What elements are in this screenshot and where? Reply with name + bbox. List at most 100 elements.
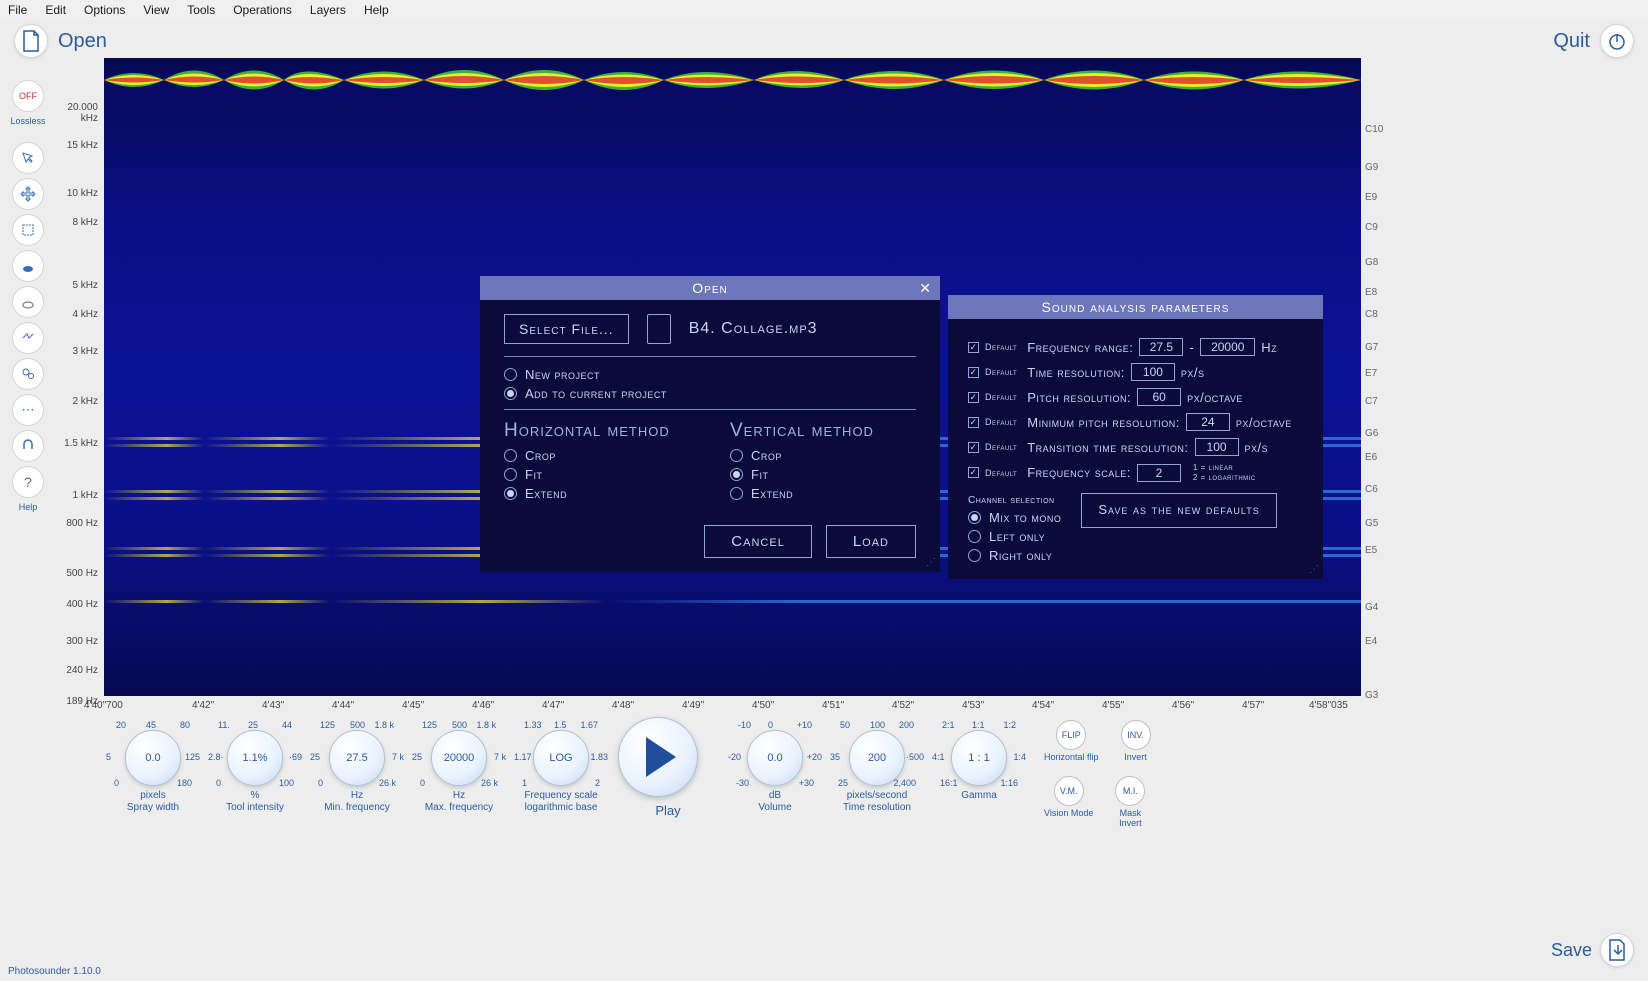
note-tick: E8 [1365, 287, 1377, 298]
knob-minf-label: HzMin. frequency [312, 790, 402, 814]
knob-tool-dial[interactable]: 1.1% [227, 730, 283, 786]
menu-help[interactable]: Help [364, 3, 389, 17]
min-pitch-input[interactable] [1186, 413, 1230, 431]
time-res-input[interactable] [1131, 363, 1175, 381]
cursor-icon [21, 151, 35, 165]
note-tick: E5 [1365, 545, 1377, 556]
h-extend[interactable]: Extend [504, 486, 690, 501]
filename-label: B4. Collage.mp3 [689, 320, 818, 338]
resize-grip[interactable]: ⋰ [1309, 564, 1319, 575]
save-defaults-button[interactable]: Save as the new defaults [1081, 493, 1276, 528]
chk-freq[interactable]: ✓ [968, 342, 979, 353]
spray-alt-tool[interactable] [12, 286, 44, 318]
magnet-tool[interactable] [12, 430, 44, 462]
knob-fscale-dial[interactable]: LOG [533, 730, 589, 786]
chan-right[interactable]: Right only [968, 548, 1061, 563]
menu-file[interactable]: File [8, 3, 27, 17]
spray-tool[interactable] [12, 250, 44, 282]
chk-pitch[interactable]: ✓ [968, 392, 979, 403]
move-tool[interactable] [12, 178, 44, 210]
more-tools[interactable]: ⋯ [12, 394, 44, 426]
menu-tools[interactable]: Tools [187, 3, 215, 17]
chk-minpitch[interactable]: ✓ [968, 417, 979, 428]
harmonic-tool[interactable] [12, 322, 44, 354]
open-dialog: Open ✕ Select File... B4. Collage.mp3 Ne… [480, 276, 940, 572]
small-buttons: FLIPHorizontal flip INV.Invert V.M.Visio… [1044, 720, 1151, 828]
play-button[interactable] [618, 717, 698, 797]
time-tick: 4'52" [892, 700, 914, 711]
spray-icon [21, 259, 35, 273]
quit-button[interactable] [1600, 24, 1634, 58]
help-tool[interactable]: ? [12, 466, 44, 498]
freq-lo-input[interactable] [1139, 338, 1183, 356]
note-tick: G8 [1365, 257, 1378, 268]
vision-mode-button[interactable]: V.M. [1054, 776, 1084, 806]
note-tick: E6 [1365, 452, 1377, 463]
waveform-overview[interactable] [104, 58, 1361, 102]
v-extend[interactable]: Extend [730, 486, 916, 501]
cancel-button[interactable]: Cancel [704, 525, 812, 558]
file-icon [647, 314, 671, 344]
time-tick: 4'58"035 [1309, 700, 1348, 711]
freq-tick: 15 kHz [67, 140, 98, 151]
knob-minf: 1255001.8 k 27.5 257 k 026 k HzMin. freq… [312, 720, 402, 814]
params-title[interactable]: Sound analysis parameters [948, 295, 1323, 319]
radio-add-current[interactable]: Add to current project [504, 386, 916, 401]
knob-maxf-dial[interactable]: 20000 [431, 730, 487, 786]
note-tick: G3 [1365, 690, 1378, 701]
note-tick: E7 [1365, 368, 1377, 379]
knob-gamma: 2:11:11:2 1 : 1 4:11:4 16:11:16 Gamma [934, 720, 1024, 802]
v-crop[interactable]: Crop [730, 448, 916, 463]
params-dialog: Sound analysis parameters ✓Default Frequ… [948, 295, 1323, 579]
channel-selection-title: Channel selection [968, 495, 1061, 506]
off-button[interactable]: OFF [12, 80, 44, 112]
open-label: Open [58, 30, 107, 53]
select-file-button[interactable]: Select File... [504, 314, 629, 344]
h-fit[interactable]: Fit [504, 467, 690, 482]
dots-icon: ⋯ [22, 402, 35, 418]
menu-operations[interactable]: Operations [233, 3, 292, 17]
freq-tick: 300 Hz [66, 636, 98, 647]
trans-time-input[interactable] [1195, 438, 1239, 456]
topbar: Open Quit [0, 20, 1648, 62]
note-tick: G7 [1365, 342, 1378, 353]
freq-scale-input[interactable] [1137, 464, 1181, 482]
mask-invert-button[interactable]: M.I. [1115, 776, 1145, 806]
close-icon[interactable]: ✕ [919, 280, 932, 297]
pitch-res-input[interactable] [1137, 388, 1181, 406]
knob-minf-dial[interactable]: 27.5 [329, 730, 385, 786]
radio-new-project[interactable]: New project [504, 367, 916, 382]
chk-trans[interactable]: ✓ [968, 442, 979, 453]
load-button[interactable]: Load [826, 525, 916, 558]
knob-gamma-dial[interactable]: 1 : 1 [951, 730, 1007, 786]
menu-edit[interactable]: Edit [45, 3, 66, 17]
knob-vol-dial[interactable]: 0.0 [747, 730, 803, 786]
chan-left[interactable]: Left only [968, 529, 1061, 544]
chan-mix[interactable]: Mix to mono [968, 510, 1061, 525]
file-icon [22, 30, 40, 52]
knob-spray-dial[interactable]: 0.0 [125, 730, 181, 786]
menu-options[interactable]: Options [84, 3, 125, 17]
magnet-icon [21, 439, 35, 453]
freq-hi-input[interactable] [1200, 338, 1255, 356]
gear-tool[interactable] [12, 358, 44, 390]
time-tick: 4'56" [1172, 700, 1194, 711]
chk-time[interactable]: ✓ [968, 367, 979, 378]
open-button[interactable] [14, 24, 48, 58]
h-crop[interactable]: Crop [504, 448, 690, 463]
freq-tick: 800 Hz [66, 518, 98, 529]
save-button[interactable] [1600, 933, 1634, 967]
knob-tres: 50100200 200 35·500 252,400 pixels/secon… [832, 720, 922, 814]
chk-fscale[interactable]: ✓ [968, 467, 979, 478]
v-fit[interactable]: Fit [730, 467, 916, 482]
select-tool[interactable] [12, 214, 44, 246]
menu-layers[interactable]: Layers [310, 3, 346, 17]
cursor-tool[interactable] [12, 142, 44, 174]
resize-grip[interactable]: ⋰ [926, 557, 936, 568]
freq-tick: 500 Hz [66, 568, 98, 579]
open-dialog-title[interactable]: Open ✕ [480, 276, 940, 300]
freq-tick: 1 kHz [72, 490, 98, 501]
menu-view[interactable]: View [143, 3, 169, 17]
invert-button[interactable]: INV. [1121, 720, 1151, 750]
flip-button[interactable]: FLIP [1056, 720, 1086, 750]
